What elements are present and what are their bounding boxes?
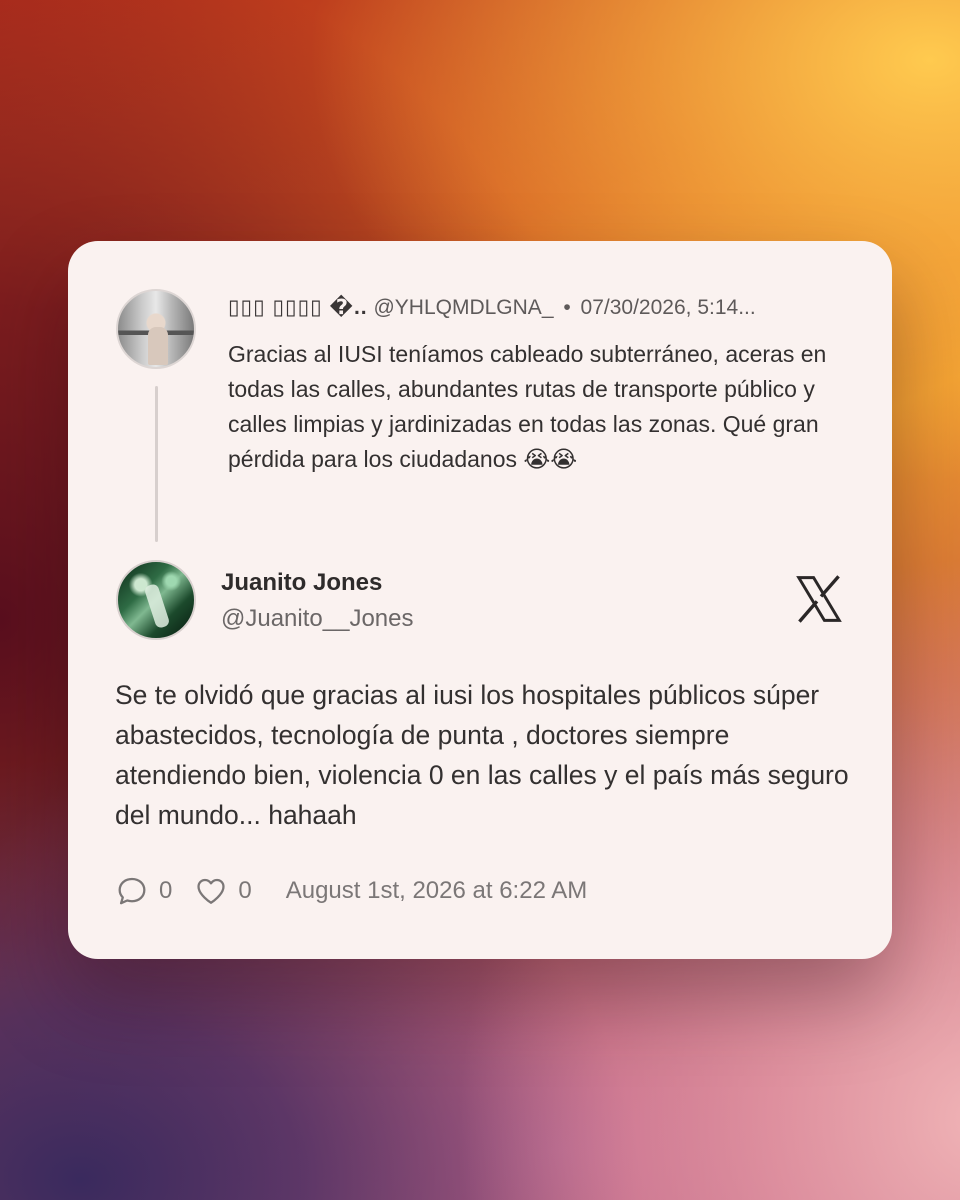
header-separator: • — [563, 296, 571, 319]
avatar-figure — [143, 582, 171, 630]
tweet-card: ▯▯▯ ▯▯▯▯ �.. @YHLQMDLGNA_ • 07/30/2026, … — [68, 241, 892, 959]
thread-connector-line — [155, 386, 158, 542]
author-name[interactable]: Juanito Jones — [221, 567, 382, 599]
reply-count: 0 — [159, 877, 173, 904]
quoted-timestamp: 07/30/2026, 5:14... — [580, 296, 756, 319]
heart-icon[interactable] — [194, 874, 228, 908]
tweet-footer: 0 0 August 1st, 2026 at 6:22 AM — [115, 873, 587, 909]
author-handle[interactable]: @Juanito__Jones — [221, 603, 414, 635]
quoted-tweet-text: Gracias al IUSI teníamos cableado subter… — [228, 341, 827, 472]
author-avatar[interactable] — [116, 560, 196, 640]
like-count: 0 — [238, 877, 252, 904]
quoted-tweet-header: ▯▯▯ ▯▯▯▯ �.. @YHLQMDLGNA_ • 07/30/2026, … — [228, 293, 848, 323]
x-logo-icon[interactable] — [792, 572, 846, 626]
quoted-author-name[interactable]: ▯▯▯ ▯▯▯▯ �.. — [228, 296, 368, 319]
avatar-figure — [148, 327, 168, 365]
quoted-author-avatar[interactable] — [116, 289, 196, 369]
tweet-date: August 1st, 2026 at 6:22 AM — [285, 877, 588, 904]
quoted-author-handle[interactable]: @YHLQMDLGNA_ — [373, 296, 553, 319]
tweet-text: Se te olvidó que gracias al iusi los hos… — [115, 680, 849, 830]
comment-bubble-icon[interactable] — [115, 874, 149, 908]
